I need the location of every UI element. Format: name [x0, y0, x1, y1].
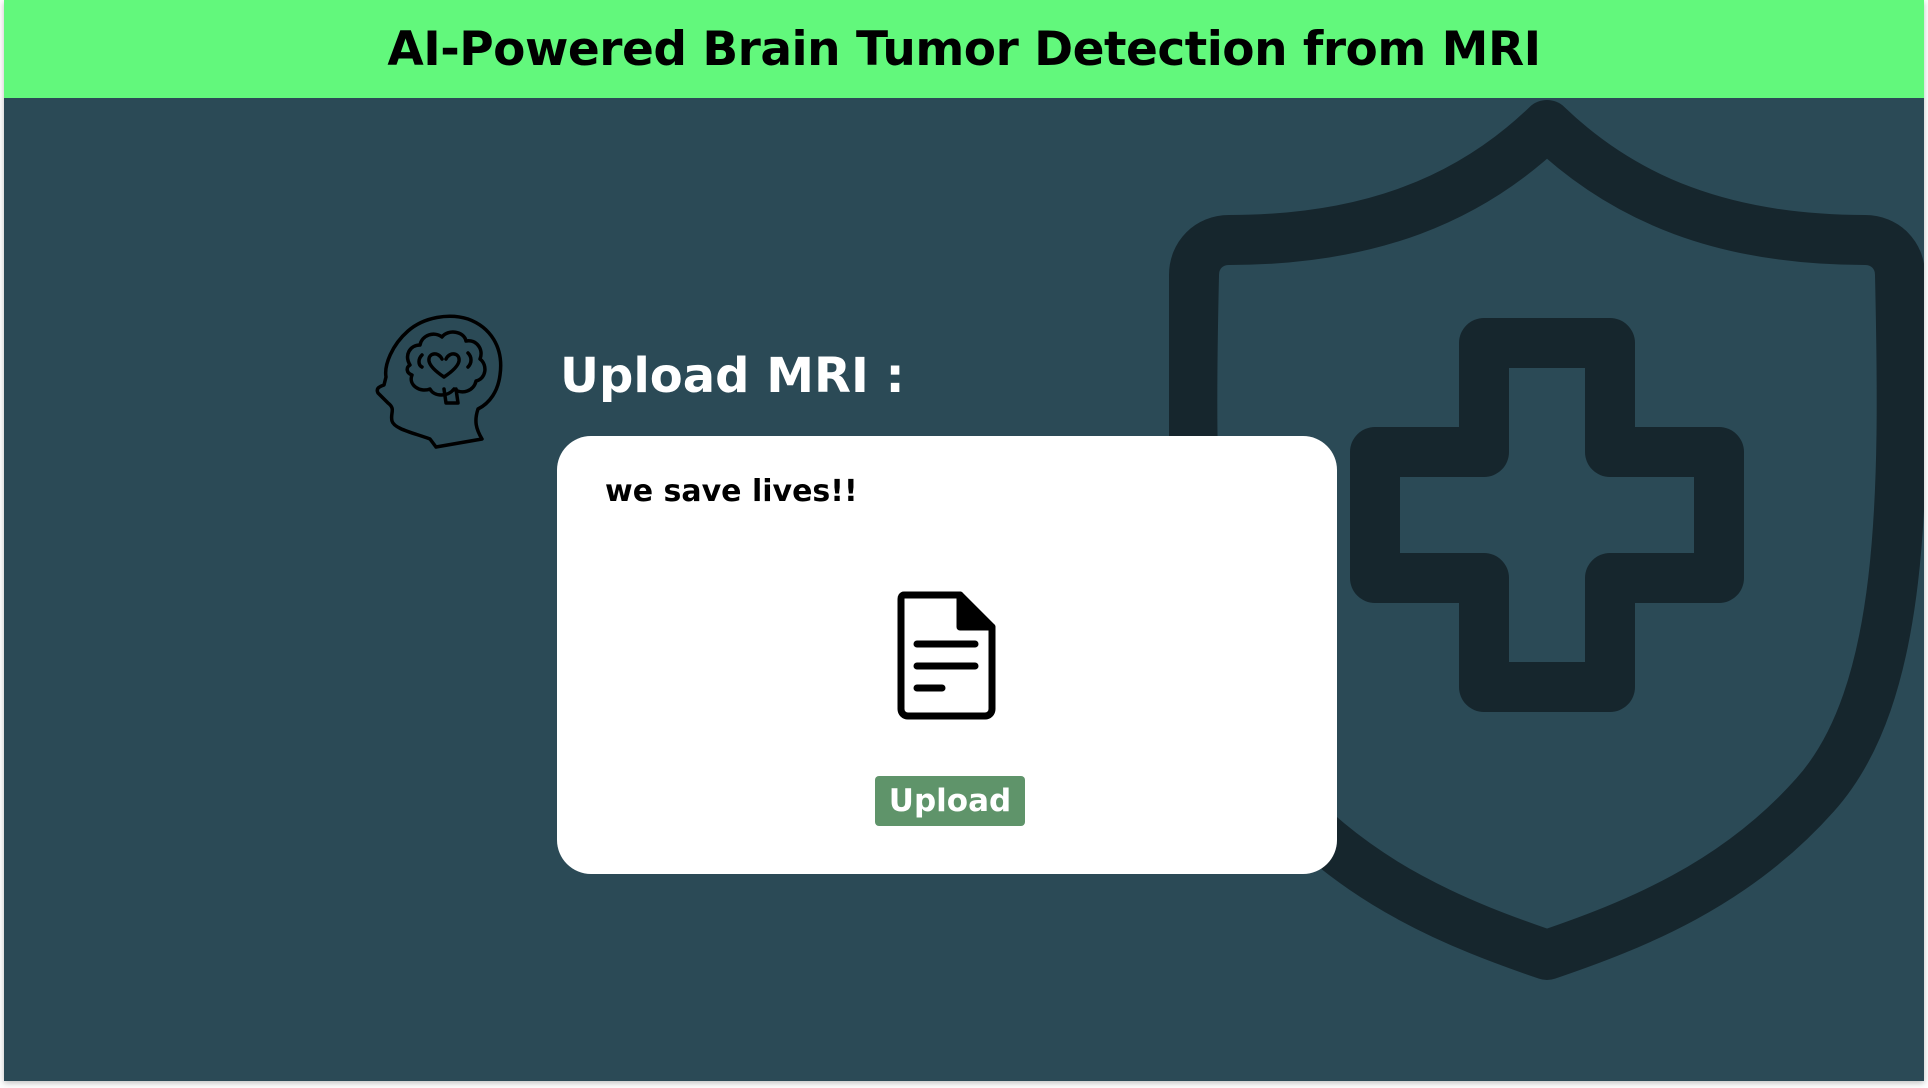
page-title: AI-Powered Brain Tumor Detection from MR… — [387, 21, 1541, 77]
upload-button[interactable]: Upload — [875, 776, 1025, 826]
app-window: AI-Powered Brain Tumor Detection from MR… — [4, 0, 1924, 1081]
brain-head-icon — [375, 314, 503, 449]
document-icon — [897, 591, 996, 720]
card-tagline: we save lives!! — [605, 474, 858, 509]
app-header: AI-Powered Brain Tumor Detection from MR… — [4, 0, 1924, 98]
upload-card: we save lives!! Upload — [557, 436, 1337, 874]
upload-heading: Upload MRI : — [560, 348, 905, 404]
